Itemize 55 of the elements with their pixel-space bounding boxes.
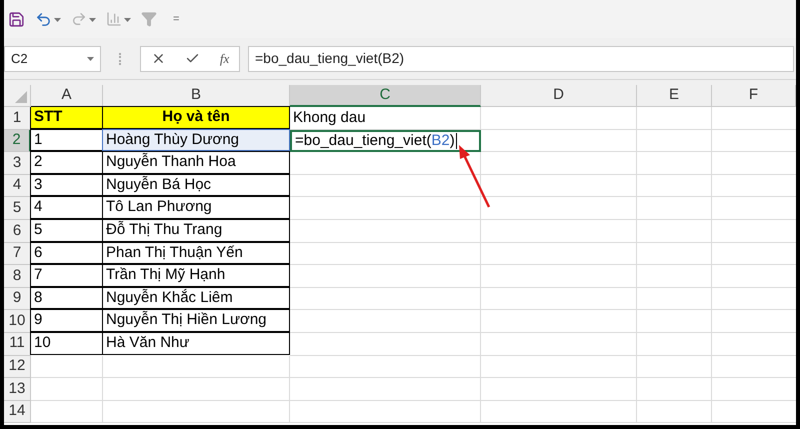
row-header[interactable]: 7 <box>4 242 31 266</box>
table-cell: Khong dau <box>290 107 481 130</box>
table-cell: Phan Thị Thuận Yến <box>102 242 290 264</box>
table-cell: 7 <box>30 264 103 287</box>
row-header[interactable]: 4 <box>4 174 31 198</box>
row-header[interactable]: 12 <box>4 356 31 378</box>
table-cell: 2 <box>30 151 103 174</box>
formula-input-cell[interactable]: =bo_dau_tieng_viet(B2) <box>290 130 481 152</box>
table-cell: 4 <box>30 196 103 219</box>
customize-toolbar-glyph[interactable]: = <box>173 10 180 28</box>
undo-icon[interactable] <box>35 10 52 28</box>
table-cell: Nguyễn Bá Học <box>102 174 290 196</box>
header-cell: STT <box>30 106 103 129</box>
table-cell: Trần Thị Mỹ Hạnh <box>102 264 290 287</box>
row-header[interactable]: 10 <box>4 310 31 333</box>
column-header[interactable]: C <box>290 85 481 107</box>
row-header[interactable]: 6 <box>4 220 31 243</box>
table-cell: Hà Văn Như <box>102 332 290 355</box>
row-header[interactable]: 9 <box>4 288 31 310</box>
table-cell: 3 <box>30 174 103 196</box>
caret-icon <box>54 18 61 22</box>
table-cell: Đỗ Thị Thu Trang <box>102 218 290 242</box>
table-cell: Tô Lan Phương <box>102 196 290 219</box>
pointer-arrow <box>456 143 492 209</box>
caret-icon <box>89 18 96 22</box>
corner-triangle-icon <box>15 91 27 103</box>
caret-icon <box>124 18 131 22</box>
save-icon[interactable] <box>8 10 25 28</box>
table-cell: Nguyễn Thị Hiền Lương <box>102 309 290 332</box>
column-header[interactable]: F <box>712 85 796 107</box>
table-cell: 6 <box>30 242 103 264</box>
table-cell: Nguyễn Thanh Hoa <box>102 151 290 174</box>
table-cell: Nguyễn Khắc Liêm <box>102 286 290 310</box>
row-header[interactable]: 2 <box>4 130 31 152</box>
row-header[interactable]: 14 <box>4 400 31 424</box>
table-cell: Hoàng Thùy Dương <box>102 128 290 152</box>
row-header[interactable]: 1 <box>4 107 31 130</box>
table-cell: 10 <box>30 332 103 355</box>
table-cell: 5 <box>30 218 103 242</box>
caret-icon <box>87 57 94 62</box>
table-cell: 8 <box>30 286 103 310</box>
formula-field[interactable]: =bo_dau_tieng_viet(B2) <box>248 46 794 72</box>
row-header[interactable]: 8 <box>4 265 31 288</box>
name-box[interactable]: C2 <box>4 46 101 72</box>
row-header[interactable]: 13 <box>4 378 31 401</box>
row-header[interactable]: 11 <box>4 332 31 356</box>
column-header[interactable]: D <box>481 85 637 107</box>
insert-function-button[interactable]: fx <box>220 48 230 68</box>
separator-dots-icon <box>119 52 122 64</box>
row-header[interactable]: 3 <box>4 152 31 175</box>
header-cell: Họ và tên <box>102 106 290 129</box>
column-header[interactable]: E <box>637 85 712 107</box>
row-header[interactable]: 5 <box>4 197 31 220</box>
table-cell: 9 <box>30 309 103 332</box>
text-cursor <box>456 132 457 149</box>
